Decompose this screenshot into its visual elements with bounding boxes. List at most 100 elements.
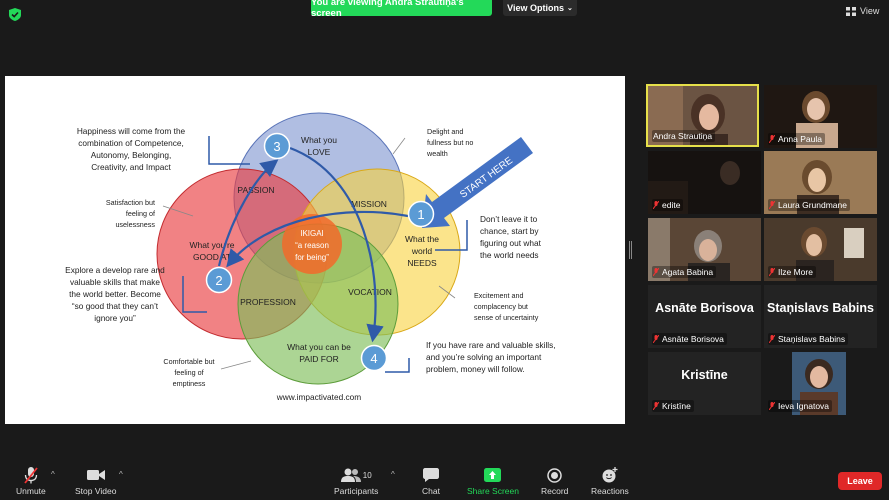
- grid-icon: [846, 6, 856, 16]
- unmute-label: Unmute: [16, 486, 46, 496]
- mic-muted-icon: [653, 402, 659, 410]
- video-options-caret[interactable]: ^: [119, 470, 123, 479]
- svg-text:4: 4: [370, 351, 377, 366]
- svg-text:combination of Competence,: combination of Competence,: [78, 138, 184, 148]
- unmute-button[interactable]: Unmute: [16, 466, 46, 496]
- good-label-2: GOOD AT: [193, 252, 231, 262]
- connector-comfortable: [220, 360, 252, 370]
- svg-text:Autonomy, Belonging,: Autonomy, Belonging,: [91, 150, 172, 160]
- love-label-2: LOVE: [308, 147, 331, 157]
- svg-text:wealth: wealth: [426, 149, 448, 158]
- svg-text:ignore you”: ignore you”: [94, 313, 136, 323]
- svg-text:feeling of: feeling of: [126, 209, 155, 218]
- svg-text:sense of uncertainty: sense of uncertainty: [474, 313, 539, 322]
- participant-tile[interactable]: Staņislavs Babins Staņislavs Babins: [764, 285, 877, 348]
- reactions-label: Reactions: [591, 486, 629, 496]
- record-button[interactable]: Record: [541, 466, 568, 496]
- shield-icon[interactable]: [9, 8, 21, 21]
- passion-label: PASSION: [237, 185, 274, 195]
- view-button[interactable]: View: [846, 6, 879, 16]
- participants-options-caret[interactable]: ^: [391, 470, 395, 479]
- video-camera-icon: [86, 470, 105, 480]
- audio-options-caret[interactable]: ^: [51, 470, 55, 479]
- svg-text:Creativity, and Impact: Creativity, and Impact: [91, 162, 171, 172]
- participant-name: edite: [652, 199, 684, 211]
- share-screen-button[interactable]: Share Screen: [467, 466, 519, 496]
- view-label: View: [860, 6, 880, 16]
- note-rare: If you have rare and valuable skills, an…: [426, 340, 556, 374]
- viewing-screen-banner: You are viewing Andra Strautiņa's screen: [311, 0, 492, 19]
- participant-tile[interactable]: Laura Grundmane: [764, 151, 877, 214]
- participants-icon: [340, 468, 361, 482]
- participant-name: Ilze More: [768, 266, 816, 278]
- profession-label: PROFESSION: [240, 297, 296, 307]
- svg-text:1: 1: [417, 207, 424, 222]
- svg-text:“so good that they can’t: “so good that they can’t: [72, 301, 159, 311]
- svg-text:the world better. Become: the world better. Become: [69, 289, 161, 299]
- participant-name: Ieva Ignatova: [768, 400, 833, 412]
- svg-text:Comfortable but: Comfortable but: [163, 357, 214, 366]
- participant-name: Staņislavs Babins: [768, 333, 849, 345]
- mic-muted-icon: [653, 268, 659, 276]
- note-comfortable: Comfortable but feeling of emptiness: [163, 357, 214, 388]
- svg-text:complacency but: complacency but: [474, 302, 528, 311]
- participants-count: 10: [362, 470, 372, 480]
- needs-label-2: world: [411, 246, 433, 256]
- svg-text:fullness but no: fullness but no: [427, 138, 473, 147]
- mic-muted-icon: [769, 335, 775, 343]
- participant-tile[interactable]: Agata Babina: [648, 218, 761, 281]
- participant-tile[interactable]: Asnāte Borisova Asnāte Borisova: [648, 285, 761, 348]
- svg-text:problem, money will follow.: problem, money will follow.: [426, 364, 525, 374]
- participant-tile[interactable]: Kristīne Kristīne: [648, 352, 761, 415]
- participant-name: Agata Babina: [652, 266, 717, 278]
- svg-text:emptiness: emptiness: [173, 379, 206, 388]
- note-excitement: Excitement and complacency but sense of …: [474, 291, 539, 322]
- participants-button[interactable]: 10 Participants: [334, 466, 378, 496]
- share-screen-icon: [484, 468, 502, 482]
- svg-text:If you have rare and valuable: If you have rare and valuable skills,: [426, 340, 556, 350]
- note-delight: Delight and fullness but no wealth: [426, 127, 473, 158]
- record-icon: [547, 467, 562, 483]
- svg-text:figuring out what: figuring out what: [480, 238, 542, 248]
- website-label: www.impactivated.com: [276, 392, 361, 402]
- participant-tile[interactable]: edite: [648, 151, 761, 214]
- stop-video-button[interactable]: Stop Video: [75, 466, 116, 496]
- participants-label: Participants: [334, 486, 379, 496]
- svg-text:Satisfaction but: Satisfaction but: [106, 198, 155, 207]
- mic-muted-icon: [769, 201, 775, 209]
- participant-name: Anna Paula: [768, 133, 825, 145]
- ikigai-diagram: What you LOVE What you're GOOD AT What t…: [65, 112, 556, 402]
- svg-text:feeling of: feeling of: [174, 368, 203, 377]
- participant-tile[interactable]: Andra Strautiņa: [646, 84, 759, 147]
- reactions-button[interactable]: Reactions: [591, 466, 629, 496]
- svg-text:and you’re solving an importan: and you’re solving an important: [426, 352, 542, 362]
- mic-muted-icon: [653, 201, 659, 209]
- svg-text:uselessness: uselessness: [115, 220, 155, 229]
- note-happiness: Happiness will come from the combination…: [77, 126, 186, 172]
- participant-name: Asnāte Borisova: [652, 333, 727, 345]
- svg-text:chance, start by: chance, start by: [480, 226, 539, 236]
- gallery-splitter[interactable]: [629, 241, 632, 259]
- mic-muted-icon: [769, 402, 775, 410]
- ikigai-sub: “a reason: [295, 241, 329, 250]
- love-label: What you: [301, 135, 337, 145]
- good-label: What you're: [189, 240, 234, 250]
- note-dont: Don’t leave it to chance, start by figur…: [480, 214, 542, 260]
- chat-button[interactable]: Chat: [420, 466, 442, 496]
- leave-button[interactable]: Leave: [838, 472, 882, 490]
- svg-text:Excitement and: Excitement and: [474, 291, 524, 300]
- needs-label: What the: [405, 234, 439, 244]
- step-1-marker: 1: [407, 200, 435, 228]
- record-label: Record: [541, 486, 569, 496]
- view-options-label: View Options: [507, 3, 564, 13]
- participant-name: Laura Grundmane: [768, 199, 850, 211]
- participant-tile[interactable]: Ilze More: [764, 218, 877, 281]
- participant-tile[interactable]: Ieva Ignatova: [764, 352, 877, 415]
- view-options-button[interactable]: View Options ⌄: [503, 0, 577, 16]
- mic-muted-icon: [769, 135, 775, 143]
- needs-label-3: NEEDS: [407, 258, 437, 268]
- connector-delight: [392, 137, 406, 155]
- step-4-marker: 4: [360, 344, 388, 372]
- ikigai-label: IKIGAI: [300, 229, 324, 238]
- participant-tile[interactable]: Anna Paula: [764, 85, 877, 148]
